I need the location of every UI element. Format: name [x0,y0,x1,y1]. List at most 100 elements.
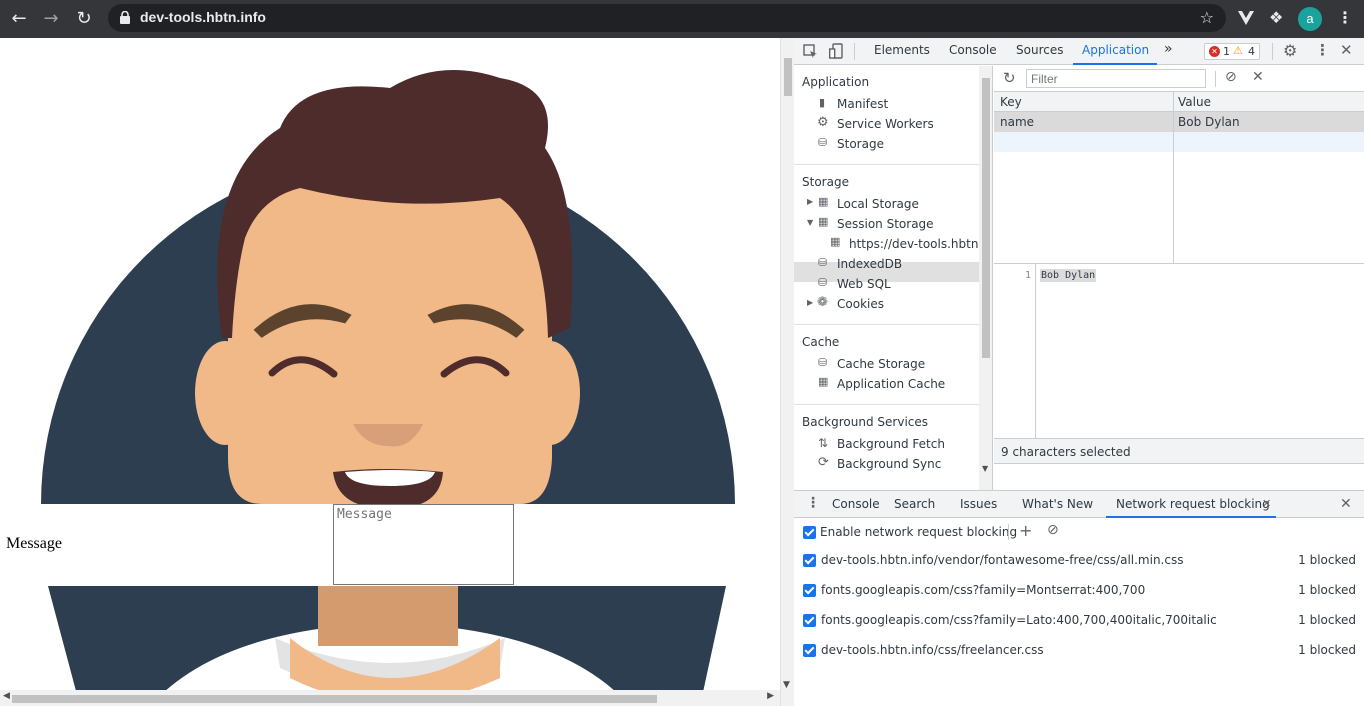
collapse-arrow-icon[interactable]: ▼ [807,218,813,227]
scroll-left-arrow-icon[interactable]: ◀ [3,691,10,701]
sidebar-item-storage[interactable]: Storage [837,137,884,151]
sidebar-item-local-storage[interactable]: Local Storage [837,197,919,211]
rule-checkbox[interactable] [803,554,816,567]
line-number: 1 [1024,270,1031,281]
sidebar-item-cookies[interactable]: Cookies [837,297,884,311]
sidebar-item-session-origin[interactable]: https://dev-tools.hbtn.in [849,237,992,251]
drawer-tab-search[interactable]: Search [894,497,935,511]
filter-input[interactable] [1026,69,1206,88]
rule-blocked-count: 1 blocked [1298,613,1356,627]
manifest-file-icon: ▮ [819,96,826,109]
expand-arrow-icon[interactable]: ▶ [807,298,813,307]
devtools-menu-icon[interactable]: ⋮ [1315,41,1330,59]
vue-devtools-icon[interactable] [1238,11,1254,25]
sidebar-item-background-fetch[interactable]: Background Fetch [837,437,945,451]
forward-icon[interactable]: → [40,8,62,30]
drawer-tab-network-request-blocking[interactable]: Network request blocking [1116,497,1270,511]
session-storage-view: ↻ ⊘ ✕ Key Value name Bob Dylan 1 Bob Dyl… [994,66,1364,490]
bookmark-star-icon[interactable]: ☆ [1200,8,1214,27]
sidebar-item-cache-storage[interactable]: Cache Storage [837,357,925,371]
rule-pattern[interactable]: dev-tools.hbtn.info/vendor/fontawesome-f… [821,553,1183,567]
row-value: Bob Dylan [1178,115,1240,129]
gear-icon: ⚙ [817,115,829,130]
browser-menu-icon[interactable]: ⋮ [1337,9,1353,27]
rule-checkbox[interactable] [803,584,816,597]
table-row-empty[interactable] [994,132,1364,152]
drawer-tabbar: ⋮ Console Search Issues What's New Netwo… [794,490,1364,518]
profile-avatar[interactable]: a [1298,7,1322,31]
delete-selected-icon[interactable]: ✕ [1252,69,1264,85]
tab-application[interactable]: Application [1082,43,1149,57]
application-sidebar: Application ▮ Manifest ⚙ Service Workers… [794,66,993,490]
row-key: name [1000,115,1035,129]
clear-all-icon[interactable]: ⊘ [1225,69,1237,85]
up-down-arrows-icon: ⇅ [818,436,829,450]
section-title-storage: Storage [802,175,849,189]
issues-counter[interactable]: ✕ 1 ⚠ 4 [1204,43,1260,60]
sidebar-item-service-workers[interactable]: Service Workers [837,117,934,131]
table-grid-icon: ▦ [818,215,829,228]
sidebar-item-application-cache[interactable]: Application Cache [837,377,945,391]
column-separator [1173,92,1174,264]
back-icon[interactable]: ← [8,8,30,30]
page-vertical-scrollbar[interactable]: ▼ [780,38,794,706]
inspect-element-icon[interactable] [803,44,818,59]
rule-checkbox[interactable] [803,614,816,627]
page-vertical-scroll-thumb[interactable] [784,58,792,96]
extensions-puzzle-icon[interactable]: ❖ [1269,9,1283,27]
close-devtools-icon[interactable]: ✕ [1340,41,1353,59]
sidebar-item-session-storage[interactable]: Session Storage [837,217,934,231]
sidebar-divider [794,324,979,325]
enable-blocking-checkbox[interactable] [803,526,816,539]
value-preview-editor[interactable]: 1 Bob Dylan [994,264,1364,438]
database-icon: ⛁ [818,356,828,369]
refresh-icon[interactable]: ↻ [1003,69,1016,87]
settings-gear-icon[interactable]: ⚙ [1283,41,1297,60]
table-grid-icon: ▦ [818,375,829,388]
column-header-value[interactable]: Value [1178,95,1211,109]
table-grid-icon: ▦ [818,195,829,208]
toolbar-divider [1008,524,1009,540]
address-bar[interactable]: dev-tools.hbtn.info ☆ [108,4,1226,32]
rule-pattern[interactable]: dev-tools.hbtn.info/css/freelancer.css [821,643,1044,657]
page-horizontal-scrollbar[interactable]: ◀ ▶ [0,690,780,706]
scroll-down-arrow-icon[interactable]: ▼ [783,680,790,690]
scroll-right-arrow-icon[interactable]: ▶ [767,691,774,701]
rule-pattern[interactable]: fonts.googleapis.com/css?family=Montserr… [821,583,1145,597]
drawer-menu-icon[interactable]: ⋮ [806,495,820,511]
drawer-tab-console[interactable]: Console [832,497,880,511]
reload-icon[interactable]: ↻ [73,8,95,30]
rule-pattern[interactable]: fonts.googleapis.com/css?family=Lato:400… [821,613,1217,627]
page-horizontal-scroll-thumb[interactable] [12,695,657,703]
sidebar-vertical-scrollbar[interactable]: ▼ [979,66,992,490]
column-header-key[interactable]: Key [1000,95,1022,109]
tab-console[interactable]: Console [949,43,997,57]
close-drawer-icon[interactable]: ✕ [1340,496,1352,512]
sidebar-item-background-sync[interactable]: Background Sync [837,457,941,471]
tab-sources[interactable]: Sources [1016,43,1063,57]
message-textarea[interactable] [333,504,514,585]
table-row[interactable]: name Bob Dylan [994,112,1364,132]
tab-elements[interactable]: Elements [874,43,930,57]
sidebar-item-web-sql[interactable]: Web SQL [837,277,891,291]
scroll-down-arrow-icon[interactable]: ▼ [982,464,988,473]
page-viewport: Message [0,38,780,706]
rule-checkbox[interactable] [803,644,816,657]
drawer-tab-issues[interactable]: Issues [960,497,997,511]
sidebar-item-indexeddb[interactable]: IndexedDB [837,257,902,271]
error-count: 1 [1223,45,1230,58]
close-tab-icon[interactable]: ✕ [1262,497,1271,510]
expand-arrow-icon[interactable]: ▶ [807,197,813,206]
toolbar-divider [1215,71,1216,87]
storage-toolbar: ↻ ⊘ ✕ [994,66,1364,92]
remove-all-patterns-icon[interactable]: ⊘ [1047,522,1059,538]
more-tabs-chevron-icon[interactable]: » [1164,41,1173,57]
warning-count: 4 [1248,45,1255,58]
sidebar-divider [794,404,979,405]
sidebar-item-manifest[interactable]: Manifest [837,97,888,111]
device-toolbar-icon[interactable] [829,43,843,59]
drawer-tab-whats-new[interactable]: What's New [1022,497,1093,511]
network-request-blocking-panel: Enable network request blocking + ⊘ dev-… [794,518,1364,706]
add-pattern-icon[interactable]: + [1019,521,1032,540]
sidebar-scroll-thumb[interactable] [982,78,990,358]
